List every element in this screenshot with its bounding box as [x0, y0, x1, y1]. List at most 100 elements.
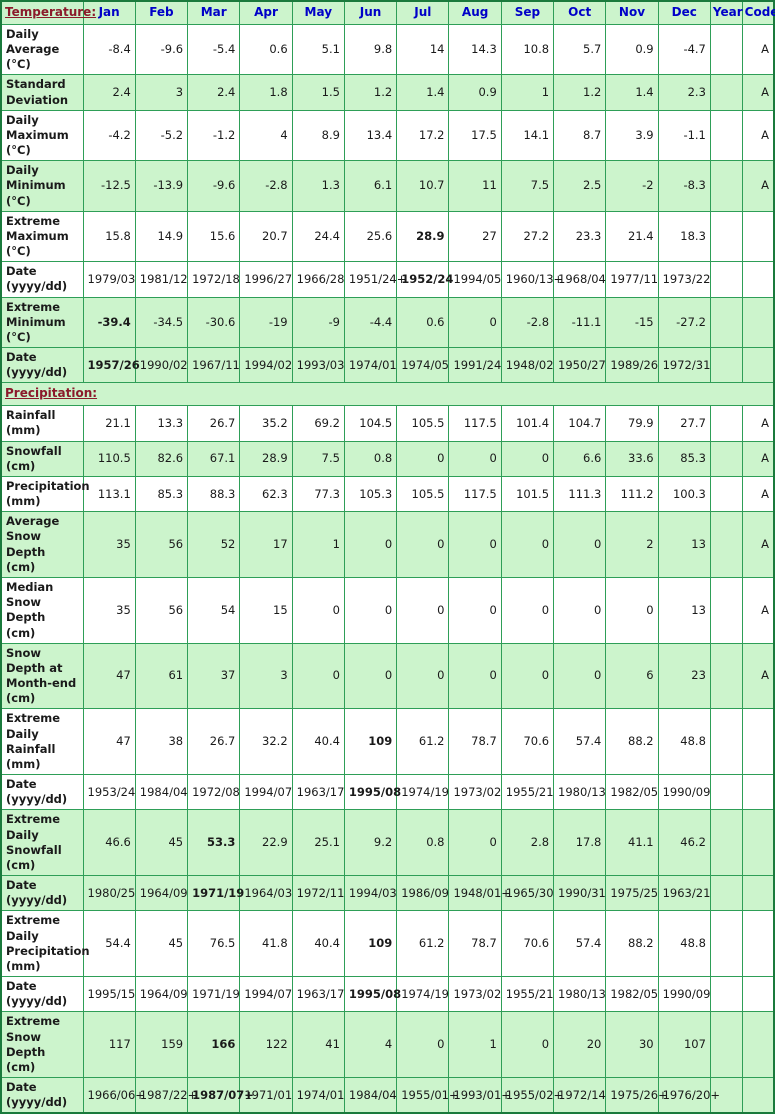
cell-mar: 166	[187, 1011, 241, 1079]
cell-year	[709, 475, 743, 513]
cell-jun: 1974/01	[343, 347, 398, 384]
cell-apr: 32.2	[239, 708, 293, 776]
cell-feb: 159	[134, 1011, 189, 1079]
cell-feb: 56	[134, 576, 189, 644]
cell-mar: 2.4	[187, 74, 241, 111]
cell-code	[741, 809, 775, 877]
cell-oct: 57.4	[553, 708, 607, 776]
cell-aug: 0	[448, 576, 502, 644]
cell-code: A	[741, 440, 775, 477]
cell-nov: 88.2	[605, 708, 659, 776]
cell-jun: 1995/08	[343, 976, 401, 1013]
cell-nov: 79.9	[605, 405, 659, 442]
table-row: Rainfall (mm) 21.1 13.3 26.7 35.2 69.2 104.5 10…	[0, 405, 775, 442]
section-header-temperature: Temperature:	[0, 0, 96, 25]
cell-dec: 85.3	[657, 440, 711, 477]
cell-oct: 0	[553, 576, 607, 644]
cell-sep: 101.5	[500, 475, 555, 513]
cell-oct: 1.2	[553, 74, 607, 111]
column-header-jun: Jun	[343, 0, 398, 25]
cell-year	[709, 23, 743, 76]
cell-code	[741, 875, 775, 912]
cell-dec: 27.7	[657, 405, 711, 442]
cell-feb: 1990/02	[134, 347, 189, 384]
cell-code: A	[741, 511, 775, 578]
cell-aug: 0	[448, 511, 502, 578]
cell-feb: 45	[134, 809, 189, 877]
cell-aug: 27	[448, 210, 502, 263]
cell-may: 24.4	[291, 210, 345, 263]
cell-aug: 1	[448, 1011, 502, 1079]
cell-mar: 54	[187, 576, 241, 644]
cell-jan: 1979/03	[82, 261, 136, 298]
cell-jan: 47	[82, 708, 136, 776]
cell-code	[741, 1011, 775, 1079]
cell-code	[741, 296, 775, 349]
row-label: Extreme Daily Rainfall (mm)	[0, 708, 84, 776]
cell-may: 40.4	[291, 708, 345, 776]
cell-jul: 1974/19	[396, 976, 450, 1013]
cell-aug: 1948/01+	[448, 875, 511, 912]
cell-may: 1972/11	[291, 875, 345, 912]
cell-year	[709, 809, 743, 877]
cell-oct: 6.6	[553, 440, 607, 477]
cell-nov: 1.4	[605, 74, 659, 111]
cell-jul: 1952/24	[396, 261, 453, 298]
cell-aug: 14.3	[448, 23, 502, 76]
cell-aug: 11	[448, 160, 502, 212]
table-row: Extreme Maximum (°C) 15.8 14.9 15.6 20.7 24.4…	[0, 210, 775, 263]
cell-jan: 117	[82, 1011, 136, 1079]
cell-jun: 105.3	[343, 475, 398, 513]
column-header-sep: Sep	[500, 0, 555, 25]
cell-code	[741, 976, 775, 1013]
cell-jun: 9.8	[343, 23, 398, 76]
row-label: Daily Average (°C)	[0, 23, 84, 76]
cell-may: 1993/03	[291, 347, 345, 384]
cell-jan: 46.6	[82, 809, 136, 877]
cell-jun: 9.2	[343, 809, 398, 877]
cell-jul: 105.5	[396, 405, 450, 442]
cell-nov: 41.1	[605, 809, 659, 877]
cell-year	[709, 708, 743, 776]
cell-feb: 1987/22+	[134, 1077, 197, 1114]
cell-jun: 0	[343, 511, 398, 578]
cell-jul: 0	[396, 440, 450, 477]
table-row: Daily Maximum (°C) -4.2 -5.2 -1.2 4 8.9 13.4 17…	[0, 109, 775, 162]
cell-jul: 0	[396, 511, 450, 578]
row-label: Daily Maximum (°C)	[0, 109, 84, 162]
table-row: Date (yyyy/dd) 1980/25 1964/09 1971/19 1964/…	[0, 875, 775, 912]
column-header-nov: Nov	[605, 0, 659, 25]
cell-oct: 0	[553, 642, 607, 710]
row-label: Precipitation (mm)	[0, 475, 90, 513]
column-header-mar: Mar	[187, 0, 241, 25]
cell-mar: 15.6	[187, 210, 241, 263]
cell-mar: 26.7	[187, 708, 241, 776]
cell-apr: 0.6	[239, 23, 293, 76]
cell-jun: 1951/24+	[343, 261, 406, 298]
cell-code: A	[741, 109, 775, 162]
row-label: Daily Minimum (°C)	[0, 160, 84, 212]
cell-apr: 17	[239, 511, 293, 578]
cell-dec: 100.3	[657, 475, 711, 513]
cell-feb: 56	[134, 511, 189, 578]
cell-sep: 1960/13+	[500, 261, 563, 298]
section-header-precipitation: Precipitation:	[0, 382, 775, 407]
cell-jun: 6.1	[343, 160, 398, 212]
cell-code	[741, 1077, 775, 1114]
row-label: Date (yyyy/dd)	[0, 261, 84, 298]
column-header-dec: Dec	[657, 0, 711, 25]
cell-oct: 1950/27	[553, 347, 607, 384]
cell-mar: 1972/18	[187, 261, 241, 298]
cell-sep: 1948/02	[500, 347, 555, 384]
cell-year	[709, 875, 743, 912]
cell-jan: 35	[82, 511, 136, 578]
cell-feb: 3	[134, 74, 189, 111]
cell-jul: 0	[396, 1011, 450, 1079]
cell-may: 1	[291, 511, 345, 578]
cell-feb: 38	[134, 708, 189, 776]
cell-feb: 85.3	[134, 475, 189, 513]
table-row: Snow Depth at Month-end (cm) 47 61 37 3 0 0 0 0 0…	[0, 642, 775, 710]
cell-may: 69.2	[291, 405, 345, 442]
cell-jul: 0.8	[396, 809, 450, 877]
cell-jul: 105.5	[396, 475, 450, 513]
